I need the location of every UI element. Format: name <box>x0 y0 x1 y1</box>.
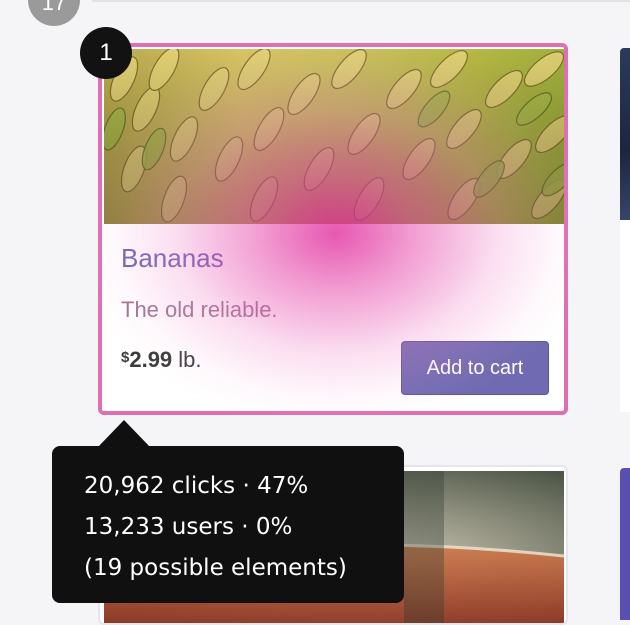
product-image[interactable] <box>104 49 564 224</box>
adjacent-product-image-2[interactable] <box>620 468 630 620</box>
tooltip-users: 13,233 users · 0% <box>84 514 293 540</box>
price-currency: $ <box>121 349 130 366</box>
tooltip-arrow <box>98 420 150 447</box>
bananas-photo <box>104 49 564 224</box>
tooltip-elements: (19 possible elements) <box>84 555 347 581</box>
heatmap-tooltip: 20,962 clicks · 47% 13,233 users · 0% (1… <box>52 446 404 603</box>
price-amount: 2.99 <box>129 347 173 372</box>
adjacent-product-image[interactable] <box>620 48 630 220</box>
price-unit: lb. <box>172 347 202 372</box>
card-row-divider <box>92 0 630 2</box>
heatmap-marker-number: 1 <box>99 39 113 66</box>
product-card[interactable]: Bananas The old reliable. $2.99 lb. Add … <box>98 43 568 415</box>
product-description: The old reliable. <box>121 297 278 322</box>
product-price: $2.99 lb. <box>121 347 202 373</box>
heatmap-marker[interactable]: 1 <box>80 27 132 79</box>
heatmap-marker-number: 17 <box>41 0 67 15</box>
adjacent-product-card[interactable] <box>620 220 630 412</box>
product-title[interactable]: Bananas <box>121 243 224 274</box>
heatmap-marker-partial[interactable]: 17 <box>28 0 80 26</box>
add-to-cart-button[interactable]: Add to cart <box>401 341 549 395</box>
tooltip-clicks: 20,962 clicks · 47% <box>84 473 309 499</box>
